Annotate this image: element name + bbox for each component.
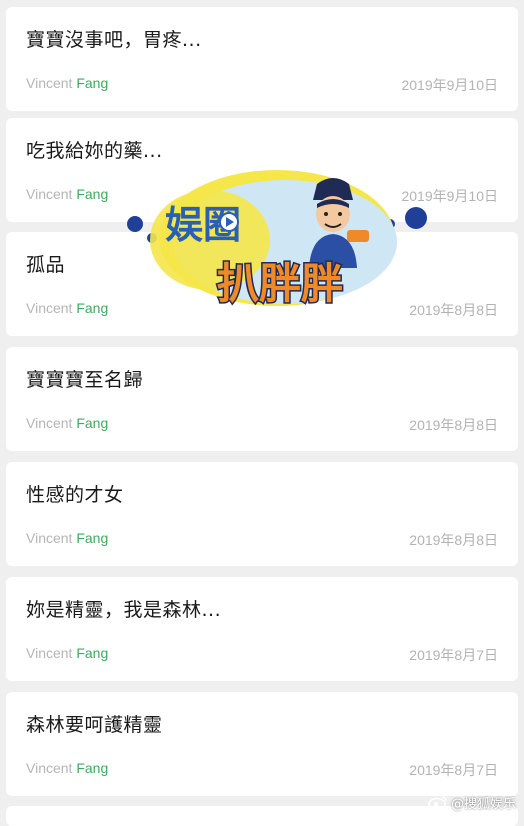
post-author: Vincent Fang xyxy=(26,645,108,661)
weibo-label: @搜狐娱乐 xyxy=(450,796,516,812)
post-meta: Vincent Fang 2019年9月10日 xyxy=(26,75,498,95)
post-title: 妳是精靈，我是森林... xyxy=(26,599,222,621)
post-meta: Vincent Fang 2019年8月7日 xyxy=(26,645,498,665)
post-author: Vincent Fang xyxy=(26,300,108,316)
post-title: 性感的才女 xyxy=(26,484,124,506)
post-date: 2019年8月8日 xyxy=(409,417,498,433)
author-last-name: Fang xyxy=(76,760,109,776)
post-date: 2019年8月7日 xyxy=(409,647,498,663)
post-date: 2019年9月10日 xyxy=(401,77,498,93)
logo-text-bottom: 扒胖胖 xyxy=(217,259,343,308)
author-last-name: Fang xyxy=(76,75,109,91)
logo-dot xyxy=(405,207,427,229)
post-title: 寶寶沒事吧，胃疼... xyxy=(26,29,202,51)
post-card[interactable]: 妳是精靈，我是森林... Vincent Fang 2019年8月7日 xyxy=(6,577,518,681)
logo-watermark: 娱圈 扒胖胖 xyxy=(127,170,427,310)
author-last-name: Fang xyxy=(76,530,109,546)
post-author: Vincent Fang xyxy=(26,415,108,431)
post-card[interactable]: 寶寶沒事吧，胃疼... Vincent Fang 2019年9月10日 xyxy=(6,7,518,111)
post-card[interactable]: 寶寶寶至名歸 Vincent Fang 2019年8月8日 xyxy=(6,347,518,451)
post-title: 森林要呵護精靈 xyxy=(26,714,163,736)
post-author: Vincent Fang xyxy=(26,760,108,776)
author-first-name: Vincent xyxy=(26,300,73,316)
author-first-name: Vincent xyxy=(26,75,73,91)
weibo-watermark: @搜狐娱乐 xyxy=(428,792,516,812)
author-last-name: Fang xyxy=(76,186,109,202)
author-last-name: Fang xyxy=(76,645,109,661)
post-author: Vincent Fang xyxy=(26,75,108,91)
author-last-name: Fang xyxy=(76,300,109,316)
post-meta: Vincent Fang 2019年8月8日 xyxy=(26,415,498,435)
author-first-name: Vincent xyxy=(26,530,73,546)
author-first-name: Vincent xyxy=(26,186,73,202)
post-author: Vincent Fang xyxy=(26,186,108,202)
weibo-icon xyxy=(428,796,447,810)
post-title: 孤品 xyxy=(26,254,66,276)
author-last-name: Fang xyxy=(76,415,109,431)
post-card[interactable]: 性感的才女 Vincent Fang 2019年8月8日 xyxy=(6,462,518,566)
post-meta: Vincent Fang 2019年8月8日 xyxy=(26,530,498,550)
post-meta: Vincent Fang 2019年8月7日 xyxy=(26,760,498,780)
post-title: 寶寶寶至名歸 xyxy=(26,369,144,391)
post-card[interactable]: 森林要呵護精靈 Vincent Fang 2019年8月7日 xyxy=(6,692,518,796)
author-first-name: Vincent xyxy=(26,760,73,776)
post-title: 吃我給妳的藥... xyxy=(26,140,163,162)
post-date: 2019年8月8日 xyxy=(409,532,498,548)
logo-dot xyxy=(127,216,143,232)
post-author: Vincent Fang xyxy=(26,530,108,546)
author-first-name: Vincent xyxy=(26,645,73,661)
author-first-name: Vincent xyxy=(26,415,73,431)
post-date: 2019年8月7日 xyxy=(409,762,498,778)
